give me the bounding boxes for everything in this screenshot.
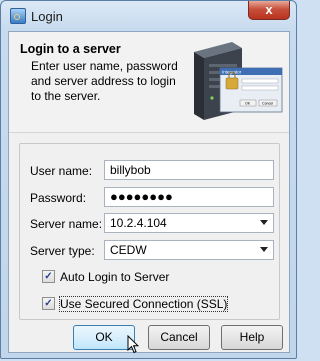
ok-button[interactable]: OK <box>73 325 135 350</box>
server-type-select[interactable]: CEDW <box>104 240 274 260</box>
login-form: User name: billybob Password: ●●●●●●●● S… <box>19 143 280 320</box>
password-label: Password: <box>30 191 87 205</box>
server-name-value: 10.2.4.104 <box>110 216 167 230</box>
ssl-checkbox[interactable]: ✓ <box>42 297 55 310</box>
server-illustration-icon: Integrator OK Cancel <box>194 42 283 120</box>
dialog-body: Login to a server Enter user name, passw… <box>8 31 290 354</box>
server-type-value: CEDW <box>110 243 147 257</box>
header-description: Enter user name, password and server add… <box>31 59 178 103</box>
close-button[interactable]: x <box>248 1 290 20</box>
server-type-label: Server type: <box>30 244 95 258</box>
window-title: Login <box>31 9 63 24</box>
auto-login-label[interactable]: Auto Login to Server <box>60 270 169 284</box>
username-label: User name: <box>30 164 93 178</box>
title-bar[interactable]: Login x <box>1 1 296 31</box>
login-window: Login x Login to a server Enter user nam… <box>0 0 297 359</box>
chevron-down-icon[interactable] <box>260 247 268 252</box>
server-name-combobox[interactable]: 10.2.4.104 <box>104 213 274 233</box>
help-button[interactable]: Help <box>221 325 283 350</box>
dialog-header: Login to a server Enter user name, passw… <box>9 32 289 133</box>
ssl-label[interactable]: Use Secured Connection (SSL) <box>58 296 229 312</box>
cancel-button[interactable]: Cancel <box>148 325 210 350</box>
header-title: Login to a server <box>20 42 121 56</box>
chevron-down-icon[interactable] <box>260 220 268 225</box>
password-field[interactable]: ●●●●●●●● <box>104 187 274 207</box>
auto-login-checkbox[interactable]: ✓ <box>42 270 55 283</box>
illustration-cancel-label: Cancel <box>262 102 273 106</box>
mouse-pointer-icon <box>127 335 139 354</box>
app-icon <box>10 8 26 24</box>
server-name-label: Server name: <box>30 217 103 231</box>
username-field[interactable]: billybob <box>104 160 274 180</box>
illustration-ok-label: OK <box>245 102 251 106</box>
